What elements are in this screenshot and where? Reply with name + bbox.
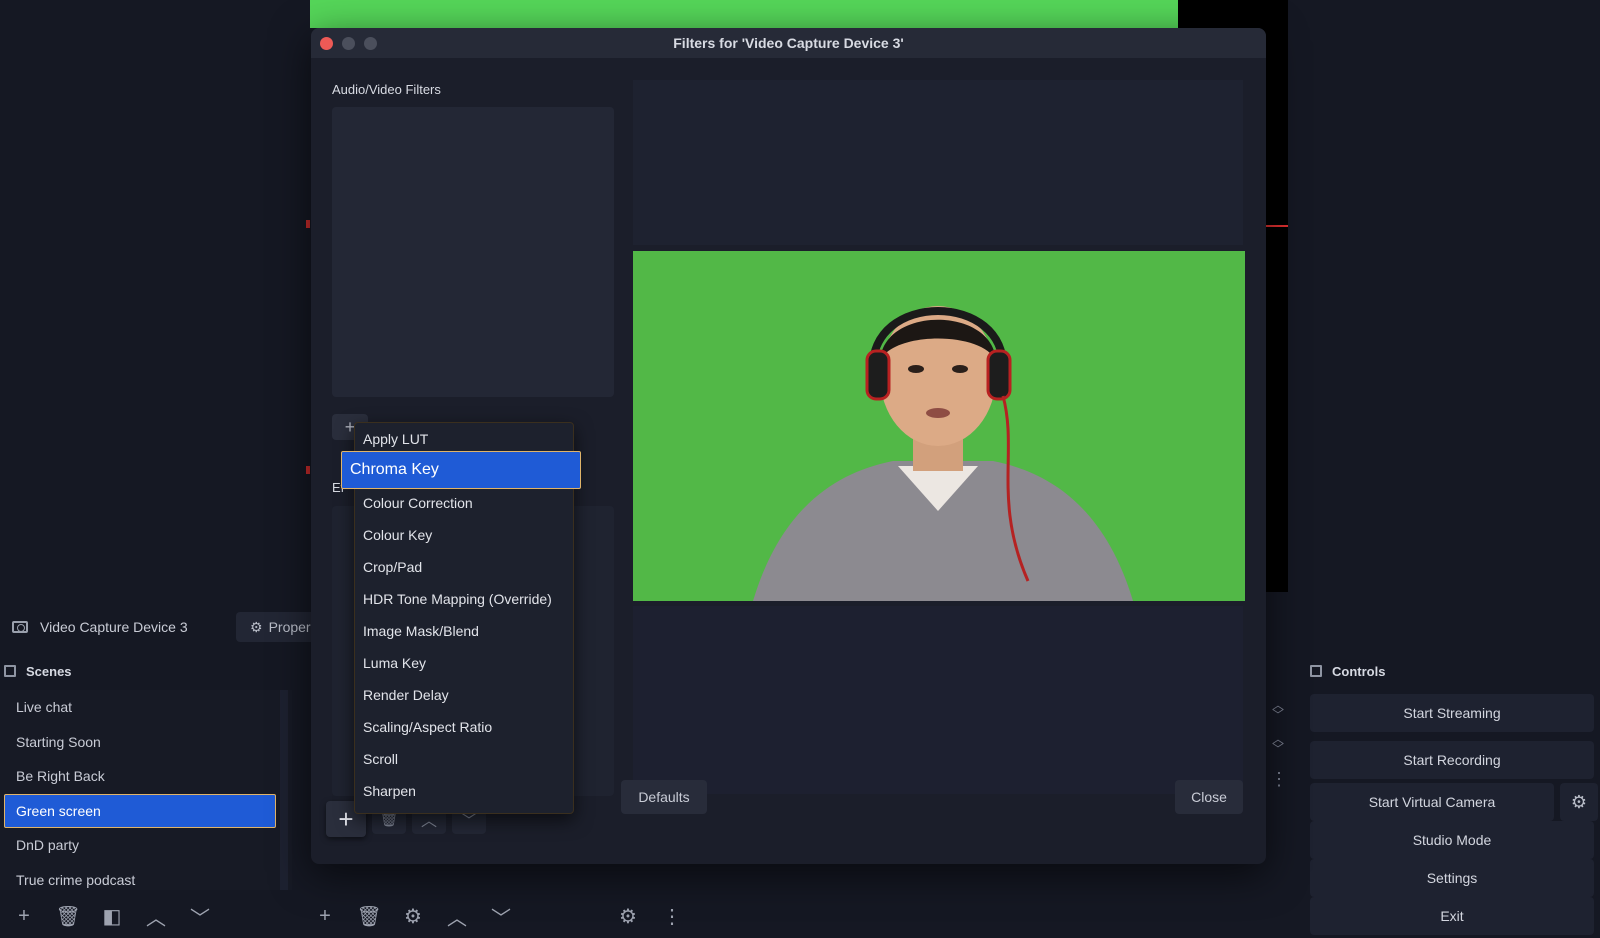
zoom-window-icon[interactable] <box>364 37 377 50</box>
scenes-toolbar: + 🗑 ◧ ︿ ﹀ <box>12 904 212 930</box>
close-window-icon[interactable] <box>320 37 333 50</box>
menu-item-sharpen[interactable]: Sharpen <box>363 775 416 807</box>
presenter-image <box>633 251 1245 601</box>
menu-item-luma-key[interactable]: Luma Key <box>363 647 426 679</box>
scenes-scrollbar[interactable] <box>280 690 288 890</box>
chevron-up-down-icon[interactable]: ︿ ﹀ <box>1270 733 1286 755</box>
gear-icon: ⚙ <box>250 618 263 635</box>
properties-button[interactable]: ⚙ Proper <box>236 612 316 642</box>
more-icon[interactable]: ⋮ <box>660 904 684 928</box>
controls-title: Controls <box>1332 663 1386 679</box>
exit-button[interactable]: Exit <box>1310 897 1594 935</box>
trash-icon[interactable]: 🗑 <box>356 904 381 928</box>
menu-item-scaling-aspect-ratio[interactable]: Scaling/Aspect Ratio <box>363 711 492 743</box>
dock-icon <box>1310 665 1322 677</box>
properties-label: Proper <box>268 619 311 635</box>
gear-icon[interactable]: ⚙ <box>1560 783 1598 821</box>
scenes-list: Live chat Starting Soon Be Right Back Gr… <box>0 690 292 890</box>
preview-guide-line <box>1266 225 1288 227</box>
trash-icon[interactable]: 🗑 <box>55 904 80 928</box>
menu-item-hdr-tone-mapping[interactable]: HDR Tone Mapping (Override) <box>363 583 552 615</box>
filter-properties-top <box>633 80 1243 245</box>
camera-icon <box>12 621 28 633</box>
studio-mode-button[interactable]: Studio Mode <box>1310 821 1594 859</box>
gear-icon[interactable]: ⚙ <box>401 904 425 928</box>
sources-toolbar: + 🗑 ⚙ ︿ ﹀ <box>313 904 513 930</box>
controls-dock-header: Controls <box>1306 656 1600 686</box>
filter-icon[interactable]: ◧ <box>100 904 124 928</box>
scene-item[interactable]: DnD party <box>0 828 292 863</box>
plus-icon[interactable]: + <box>313 904 337 928</box>
start-streaming-button[interactable]: Start Streaming <box>1310 694 1594 732</box>
source-name: Video Capture Device 3 <box>40 619 188 635</box>
scene-item-selected[interactable]: Green screen <box>4 793 276 828</box>
menu-item-scroll[interactable]: Scroll <box>363 743 398 775</box>
dialog-titlebar: Filters for 'Video Capture Device 3' <box>311 28 1266 58</box>
scene-item[interactable]: Live chat <box>0 690 292 725</box>
mixer-toolbar: ⚙ ⋮ <box>616 904 684 928</box>
scenes-title: Scenes <box>26 663 72 679</box>
add-filter-menu: Apply LUT Chroma Key Colour Correction C… <box>341 422 581 814</box>
plus-icon[interactable]: + <box>12 904 36 928</box>
video-preview <box>633 251 1245 601</box>
scenes-dock-header: Scenes <box>0 656 292 686</box>
source-bar: Video Capture Device 3 ⚙ Proper <box>0 610 316 644</box>
dialog-title: Filters for 'Video Capture Device 3' <box>673 35 904 51</box>
minimize-window-icon[interactable] <box>342 37 355 50</box>
scene-item[interactable]: Be Right Back <box>0 759 292 794</box>
scene-item[interactable]: Starting Soon <box>0 725 292 760</box>
more-icon[interactable]: ⋮ <box>1270 770 1288 788</box>
menu-item-colour-correction[interactable]: Colour Correction <box>363 487 473 519</box>
menu-item-crop-pad[interactable]: Crop/Pad <box>363 551 422 583</box>
filter-properties-area <box>633 606 1243 794</box>
close-button[interactable]: Close <box>1175 780 1243 814</box>
menu-item-colour-key[interactable]: Colour Key <box>363 519 432 551</box>
chevron-down-icon[interactable]: ﹀ <box>188 904 212 930</box>
chevron-down-icon[interactable]: ﹀ <box>489 904 513 930</box>
chevron-up-icon[interactable]: ︿ <box>144 904 168 930</box>
dock-icon <box>4 665 16 677</box>
preview-guide-mark <box>306 466 310 474</box>
menu-item-render-delay[interactable]: Render Delay <box>363 679 449 711</box>
menu-item-chroma-key[interactable]: Chroma Key <box>341 451 581 489</box>
start-virtual-camera-button[interactable]: Start Virtual Camera <box>1310 783 1554 821</box>
settings-button[interactable]: Settings <box>1310 859 1594 897</box>
preview-guide-mark <box>306 220 310 228</box>
chevron-up-down-icon[interactable]: ︿ ﹀ <box>1270 699 1286 721</box>
gear-icon[interactable]: ⚙ <box>616 904 640 928</box>
av-filters-label: Audio/Video Filters <box>332 82 441 97</box>
scene-item[interactable]: True crime podcast <box>0 863 292 898</box>
chevron-up-icon[interactable]: ︿ <box>445 904 469 930</box>
menu-item-image-mask-blend[interactable]: Image Mask/Blend <box>363 615 479 647</box>
defaults-button[interactable]: Defaults <box>621 780 707 814</box>
main-preview-strip <box>310 0 1178 28</box>
start-recording-button[interactable]: Start Recording <box>1310 741 1594 779</box>
av-filters-list[interactable] <box>332 107 614 397</box>
